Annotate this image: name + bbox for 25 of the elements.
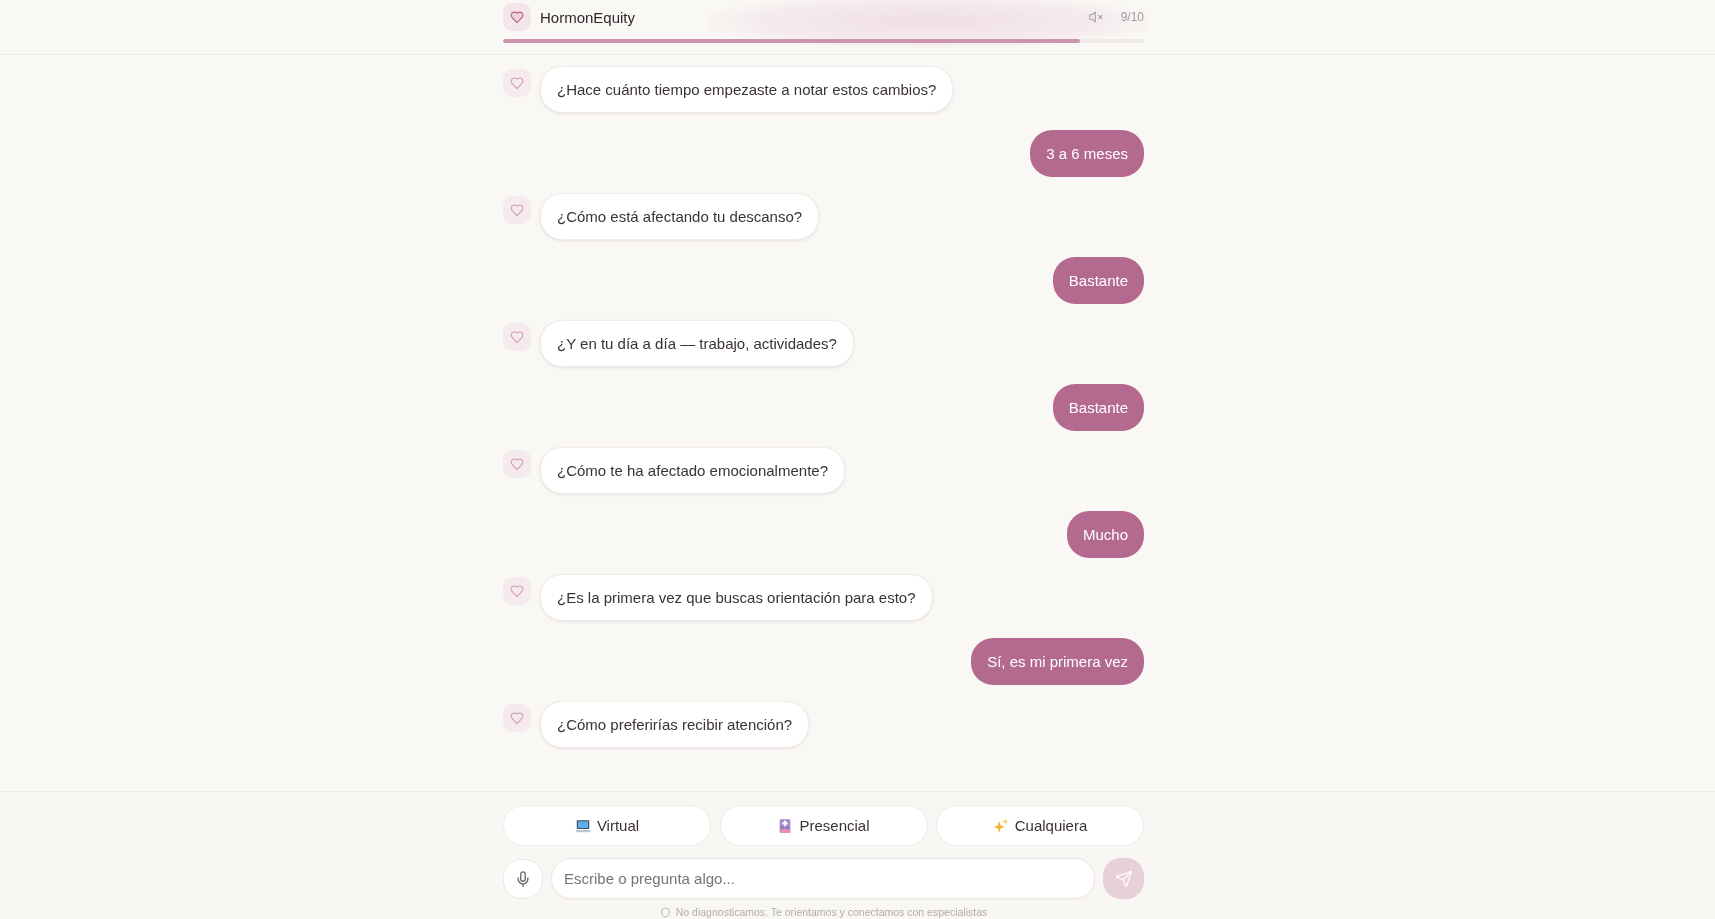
bot-message: ¿Y en tu día a día — trabajo, actividades? xyxy=(540,320,854,367)
user-message: Bastante xyxy=(1052,256,1144,304)
bot-message: ¿Cómo preferirías recibir atención? xyxy=(540,701,810,748)
user-message: Bastante xyxy=(1052,383,1144,431)
user-message: Sí, es mi primera vez xyxy=(971,637,1144,685)
microphone-icon xyxy=(514,869,532,888)
question-counter: 9/10 xyxy=(1120,10,1144,24)
bot-message: ¿Es la primera vez que buscas orientación para esto? xyxy=(540,574,933,621)
quick-reply-button[interactable]: Virtual xyxy=(503,805,711,846)
app-title: HormonEquity xyxy=(540,8,636,26)
bot-message: ¿Hace cuánto tiempo empezaste a notar estos cambios? xyxy=(540,66,954,113)
sparkles-icon xyxy=(992,817,1009,834)
mute-icon[interactable] xyxy=(1087,9,1104,25)
quick-reply-button[interactable]: Presencial xyxy=(719,805,928,846)
shield-icon xyxy=(659,906,671,918)
message-input[interactable]: Escribe o pregunta algo... xyxy=(551,858,1095,899)
user-message: Mucho xyxy=(1066,510,1144,558)
disclaimer-text: No diagnosticamos. Te orientamos y conectamos con especialistas xyxy=(675,906,988,918)
send-icon xyxy=(1114,869,1133,888)
bot-message: ¿Cómo te ha afectado emocionalmente? xyxy=(540,447,845,494)
microphone-button[interactable] xyxy=(503,858,543,899)
quick-reply-button[interactable]: Cualquiera xyxy=(936,805,1144,846)
user-message: 3 a 6 meses xyxy=(1030,129,1144,177)
laptop-icon xyxy=(574,817,591,834)
bot-message: ¿Cómo está afectando tu descanso? xyxy=(540,193,820,240)
